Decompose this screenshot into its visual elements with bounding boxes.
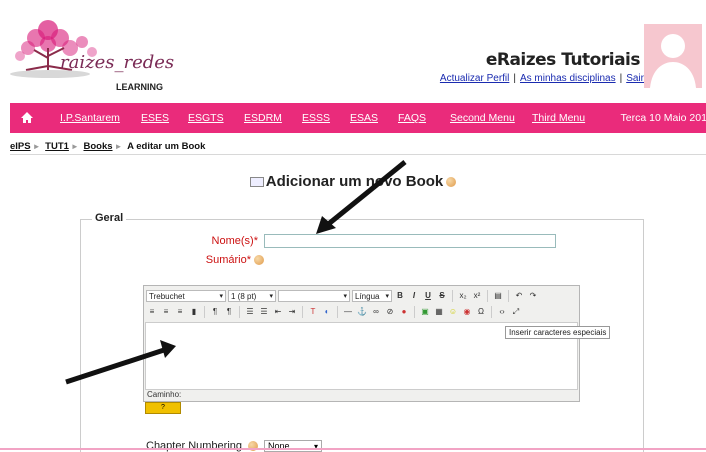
arrow-to-name-field (324, 160, 407, 228)
arrow-to-editor (65, 347, 165, 385)
bottom-border (0, 448, 706, 450)
annotation-arrows (65, 160, 407, 385)
